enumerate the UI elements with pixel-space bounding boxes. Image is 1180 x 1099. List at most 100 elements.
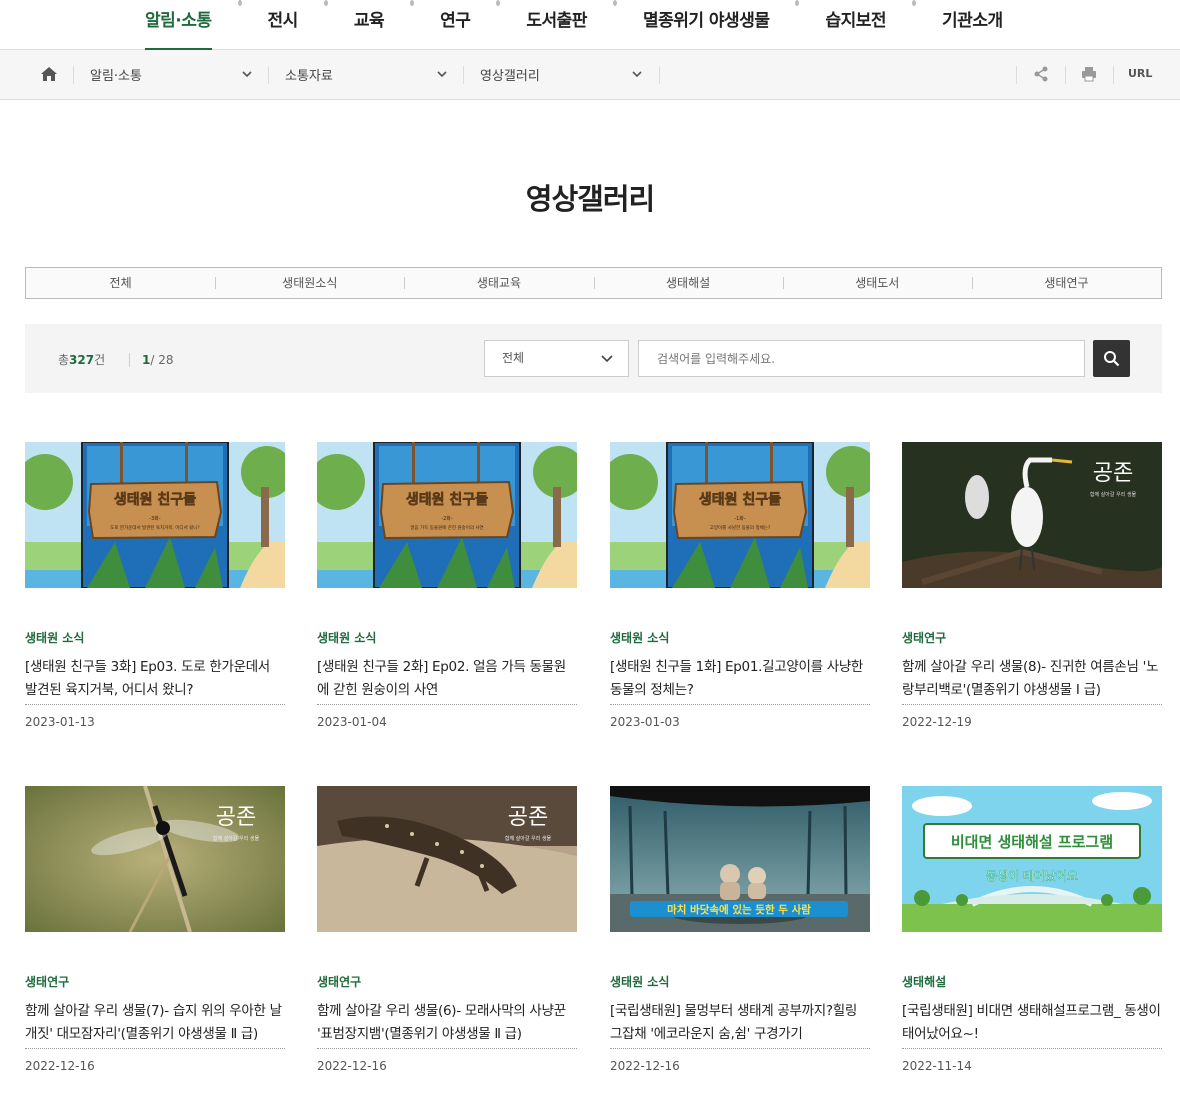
divider — [25, 1048, 285, 1049]
card-title[interactable]: [생태원 친구들 3화] Ep03. 도로 한가운데서 발견된 육지거북, 어디… — [25, 656, 285, 704]
thumbnail-title: 생태원 친구들 — [699, 492, 781, 508]
menu-separator — [496, 0, 501, 6]
divider — [1113, 66, 1114, 84]
card-title[interactable]: [생태원 친구들 2화] Ep02. 얼음 가득 동물원에 갇힌 원숭이의 사연 — [317, 656, 577, 704]
video-thumbnail[interactable]: 생태원 친구들 -2화- 얼음 가득 동물원에 갇힌 원숭이의 사연 — [317, 442, 577, 588]
thumbnail-caption: 함께 살아갈 우리 생물 — [213, 835, 260, 842]
home-icon[interactable] — [40, 65, 58, 83]
top-menu: 알림·소통 전시 교육 연구 도서출판 멸종위기 야생생물 습지보전 기관소개 — [145, 0, 1003, 50]
video-card[interactable]: 공존 함께 살아갈 우리 생물 생태연구함께 살아갈 우리 생물(7)- 습지 … — [25, 786, 285, 1086]
total-prefix: 총 — [58, 353, 70, 367]
divider — [317, 704, 577, 705]
thumbnail-caption: 함께 살아갈 우리 생물 — [505, 835, 552, 842]
breadcrumb-level2[interactable]: 소통자료 — [285, 65, 333, 84]
divider — [463, 66, 464, 84]
thumbnail-title: 공존 — [508, 805, 548, 830]
thumbnail-caption: 동생이 태어났어요 — [986, 869, 1078, 883]
card-date: 2023-01-03 — [610, 715, 680, 729]
video-thumbnail[interactable]: 생태원 친구들 -1화- 고양이를 사냥한 동물의 정체는? — [610, 442, 870, 588]
category-tab[interactable]: 생태도서 — [782, 268, 972, 298]
video-card[interactable]: 생태원 친구들 -1화- 고양이를 사냥한 동물의 정체는? 생태원 소식 [생태… — [610, 442, 870, 742]
chevron-down-icon[interactable] — [240, 67, 254, 81]
card-title[interactable]: 함께 살아갈 우리 생물(6)- 모래사막의 사냥꾼 '표범장지뱀'(멸종위기 … — [317, 1000, 577, 1048]
divider — [610, 704, 870, 705]
menu-separator — [612, 0, 617, 6]
card-date: 2022-11-14 — [902, 1059, 972, 1073]
top-menu-item[interactable]: 전시 — [268, 0, 299, 50]
card-title[interactable]: [국립생태원] 물멍부터 생태계 공부까지?힐링 그잡채 '에코라운지 숨,쉼'… — [610, 1000, 870, 1048]
divider — [268, 66, 269, 84]
chevron-down-icon[interactable] — [435, 67, 449, 81]
top-menu-item[interactable]: 기관소개 — [942, 0, 1003, 50]
category-tab[interactable]: 생태교육 — [404, 268, 593, 298]
card-date: 2022-12-19 — [902, 715, 972, 729]
video-card[interactable]: 공존 함께 살아갈 우리 생물 생태연구 함께 살아갈 우리 생물(6)- 모래사… — [317, 786, 577, 1086]
top-menu-item[interactable]: 멸종위기 야생생물 — [643, 0, 770, 50]
divider — [902, 704, 1162, 705]
card-date: 2023-01-13 — [25, 715, 95, 729]
thumbnail-title: 공존 — [1093, 461, 1133, 486]
total-suffix: 건 — [94, 353, 106, 367]
video-card[interactable]: 마치 바닷속에 있는 듯한 두 사람 생태원 소식 [국립생태원] 물멍부터 생태… — [610, 786, 870, 1086]
top-menu-item[interactable]: 교육 — [354, 0, 385, 50]
video-card[interactable]: 생태원 친구들 -3화- 도로 한가운데서 발견된 육지거북, 어디서 왔니? … — [25, 442, 285, 742]
card-category: 생태원 소식 — [610, 975, 670, 989]
search-bar: 총327건 1/ 28 전체 — [25, 324, 1162, 393]
card-title[interactable]: [국립생태원] 비대면 생태해설프로그램_ 동생이 태어났어요~! — [902, 1000, 1162, 1048]
card-title[interactable]: 함께 살아갈 우리 생물(8)- 진귀한 여름손님 '노랑부리백로'(멸종위기 … — [902, 656, 1162, 704]
print-icon[interactable] — [1080, 65, 1098, 83]
thumbnail-episode: -2화- — [441, 516, 453, 522]
top-menu-item[interactable]: 도서출판 — [526, 0, 587, 50]
thumbnail-caption: 함께 살아갈 우리 생물 — [1090, 491, 1137, 498]
thumbnail-caption: 도로 한가운데서 발견된 육지거북, 어디서 왔니? — [110, 524, 200, 531]
card-category: 생태연구 — [25, 975, 70, 989]
divider — [1016, 66, 1017, 84]
video-thumbnail[interactable]: 생태원 친구들 -3화- 도로 한가운데서 발견된 육지거북, 어디서 왔니? — [25, 442, 285, 588]
video-thumbnail[interactable]: 공존 함께 살아갈 우리 생물 — [317, 786, 577, 932]
card-category: 생태원 소식 — [25, 631, 85, 645]
card-title[interactable]: [생태원 친구들 1화] Ep01.길고양이를 사냥한 동물의 정체는? — [610, 656, 870, 704]
video-card[interactable]: 공존 함께 살아갈 우리 생물 생태연구 함께 살아갈 우리 생물(8)- 진귀한… — [902, 442, 1162, 742]
menu-separator — [237, 0, 242, 6]
search-scope-select[interactable]: 전체 — [484, 340, 629, 377]
top-menu-item[interactable]: 알림·소통 — [145, 0, 212, 50]
menu-separator — [323, 0, 328, 6]
video-thumbnail[interactable]: 비대면 생태해설 프로그램 동생이 태어났어요 — [902, 786, 1162, 932]
page-indicator: 1/ 28 — [128, 353, 174, 367]
thumbnail-caption: 고양이를 사냥한 동물의 정체는? — [710, 524, 771, 531]
card-date: 2022-12-16 — [25, 1059, 95, 1073]
video-thumbnail[interactable]: 공존 함께 살아갈 우리 생물 — [902, 442, 1162, 588]
category-tab[interactable]: 생태원소식 — [215, 268, 404, 298]
divider — [659, 66, 660, 84]
page-total: / 28 — [150, 353, 174, 367]
thumbnail-caption: 마치 바닷속에 있는 듯한 두 사람 — [667, 903, 811, 916]
divider — [902, 1048, 1162, 1049]
share-icon[interactable] — [1032, 65, 1050, 83]
divider — [317, 1048, 577, 1049]
video-thumbnail[interactable]: 공존 함께 살아갈 우리 생물 — [25, 786, 285, 932]
breadcrumb-level1[interactable]: 알림·소통 — [90, 65, 142, 84]
card-category: 생태원 소식 — [610, 631, 670, 645]
url-copy-button[interactable]: URL — [1128, 67, 1152, 80]
video-card[interactable]: 생태원 친구들 -2화- 얼음 가득 동물원에 갇힌 원숭이의 사연 생태원 소… — [317, 442, 577, 742]
category-tab[interactable]: 전체 — [26, 268, 215, 298]
search-input[interactable] — [638, 340, 1085, 377]
top-navigation: 알림·소통 전시 교육 연구 도서출판 멸종위기 야생생물 습지보전 기관소개 — [0, 0, 1180, 50]
video-card[interactable]: 비대면 생태해설 프로그램 동생이 태어났어요 생태해설 [국립생태원] 비대면 … — [902, 786, 1162, 1086]
breadcrumb-level3[interactable]: 영상갤러리 — [480, 65, 540, 84]
category-tabs: 전체 생태원소식 생태교육 생태해설 생태도서 생태연구 — [25, 267, 1162, 299]
thumbnail-caption: 얼음 가득 동물원에 갇힌 원숭이의 사연 — [410, 524, 483, 531]
card-title[interactable]: 함께 살아갈 우리 생물(7)- 습지 위의 우아한 날개짓' 대모잠자리'(멸… — [25, 1000, 285, 1048]
search-button[interactable] — [1093, 340, 1130, 377]
chevron-down-icon — [601, 355, 613, 363]
category-tab[interactable]: 생태해설 — [593, 268, 783, 298]
top-menu-item[interactable]: 연구 — [440, 0, 471, 50]
top-menu-item[interactable]: 습지보전 — [825, 0, 886, 50]
category-tab[interactable]: 생태연구 — [971, 268, 1161, 298]
divider — [610, 1048, 870, 1049]
chevron-down-icon[interactable] — [630, 67, 644, 81]
video-thumbnail[interactable]: 마치 바닷속에 있는 듯한 두 사람 — [610, 786, 870, 932]
thumbnail-title: 공존 — [216, 805, 256, 830]
thumbnail-title: 생태원 친구들 — [406, 492, 488, 508]
card-category: 생태해설 — [902, 975, 947, 989]
